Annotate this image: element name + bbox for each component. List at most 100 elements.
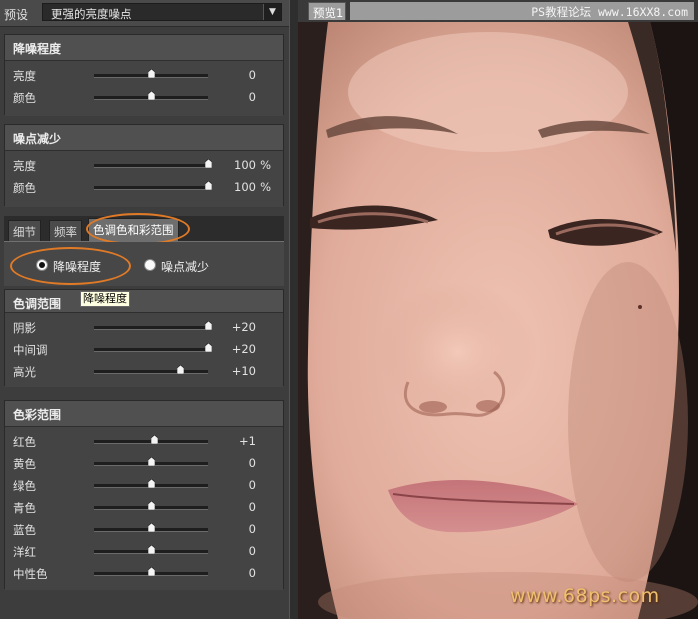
slider-track[interactable]	[94, 159, 212, 168]
slider-row: 红色 +1	[5, 430, 283, 452]
section-title: 噪点减少	[13, 132, 62, 146]
slider-thumb[interactable]	[205, 181, 212, 190]
slider-label: 亮度	[13, 159, 36, 173]
slider-track[interactable]	[94, 501, 208, 510]
tab-tone-color-range[interactable]: 色调色和彩范围	[88, 218, 179, 241]
slider-value: 0	[248, 522, 256, 536]
section-body: 阴影 +20 中间调 +20 高光 +10	[5, 312, 283, 387]
slider-row: 蓝色 0	[5, 518, 283, 540]
slider-track[interactable]	[94, 479, 208, 488]
chevron-down-icon[interactable]: ▼	[263, 4, 281, 20]
face-photo	[298, 22, 698, 619]
slider-thumb[interactable]	[151, 435, 159, 444]
preview-panel: 预览1 PS教程论坛 www.16XX8.com www.68ps.com	[298, 0, 698, 619]
preset-row: 预设 更强的亮度噪点 ▼	[0, 0, 289, 27]
slider-thumb[interactable]	[148, 567, 155, 576]
radio-noise-reduce[interactable]	[144, 259, 156, 271]
slider-track[interactable]	[94, 343, 212, 352]
slider-track[interactable]	[94, 567, 208, 576]
section-body: 亮度 100% 颜色 100%	[5, 150, 283, 207]
noise-reduce-section: 噪点减少 亮度 100% 颜色 100%	[4, 124, 284, 207]
tab-bar: 细节 频率 色调色和彩范围	[4, 216, 284, 242]
slider-row: 黄色 0	[5, 452, 283, 474]
slider-thumb[interactable]	[148, 457, 155, 466]
site-watermark: PS教程论坛 www.16XX8.com	[531, 5, 688, 19]
tooltip: 降噪程度	[80, 291, 130, 307]
noise-level-section: 降噪程度 亮度 0 颜色 0	[4, 34, 284, 116]
slider-value: +1	[239, 434, 256, 448]
slider-track[interactable]	[94, 69, 208, 78]
section-title: 色调范围	[13, 297, 62, 311]
preview-header: 预览1 PS教程论坛 www.16XX8.com	[298, 0, 698, 23]
slider-thumb[interactable]	[148, 69, 155, 78]
slider-row: 高光 +10	[5, 360, 283, 382]
slider-value: 0	[248, 478, 256, 492]
section-title: 色彩范围	[13, 408, 62, 422]
slider-track[interactable]	[94, 321, 212, 330]
slider-thumb[interactable]	[148, 545, 155, 554]
slider-track[interactable]	[94, 545, 208, 554]
slider-unit: %	[260, 180, 271, 194]
slider-thumb[interactable]	[176, 365, 184, 374]
slider-label: 蓝色	[13, 523, 36, 537]
slider-thumb[interactable]	[205, 159, 212, 168]
slider-label: 颜色	[13, 181, 36, 195]
slider-row: 阴影 +20	[5, 316, 283, 338]
preset-value: 更强的亮度噪点	[51, 7, 132, 21]
slider-thumb[interactable]	[148, 523, 155, 532]
slider-value: 100	[234, 180, 256, 194]
slider-label: 中性色	[13, 567, 48, 581]
tab-preview[interactable]: 预览1	[308, 2, 346, 20]
tab-frequency[interactable]: 频率	[49, 220, 82, 241]
slider-thumb[interactable]	[205, 321, 212, 330]
tone-range-section: 色调范围 阴影 +20 中间调 +20 高光 +10	[4, 289, 284, 387]
slider-value: +10	[231, 364, 256, 378]
slider-value: 0	[248, 566, 256, 580]
slider-row: 青色 0	[5, 496, 283, 518]
section-body: 亮度 0 颜色 0	[5, 60, 283, 116]
preview-image[interactable]: www.68ps.com	[298, 22, 698, 619]
radio-group: 降噪程度 噪点减少	[4, 242, 284, 286]
slider-value: 0	[248, 456, 256, 470]
slider-row: 颜色 100%	[5, 176, 283, 198]
settings-panel: 预设 更强的亮度噪点 ▼ 降噪程度 亮度 0 颜色 0 噪点减少 亮度 100% 颜色…	[0, 0, 290, 619]
slider-track[interactable]	[94, 91, 208, 100]
slider-thumb[interactable]	[148, 479, 155, 488]
slider-label: 颜色	[13, 91, 36, 105]
slider-value: 0	[248, 68, 256, 82]
slider-track[interactable]	[94, 523, 208, 532]
slider-value: 0	[248, 500, 256, 514]
slider-row: 绿色 0	[5, 474, 283, 496]
section-body: 红色 +1 黄色 0 绿色 0 青色 0 蓝色 0 洋红 0 中性色 0	[5, 426, 283, 590]
slider-track[interactable]	[94, 457, 208, 466]
slider-row: 中间调 +20	[5, 338, 283, 360]
slider-thumb[interactable]	[205, 343, 212, 352]
radio-noise-level[interactable]	[36, 259, 48, 271]
slider-thumb[interactable]	[148, 501, 155, 510]
slider-label: 阴影	[13, 321, 36, 335]
slider-row: 颜色 0	[5, 86, 283, 108]
tab-detail[interactable]: 细节	[8, 220, 41, 241]
slider-value: +20	[231, 320, 256, 334]
slider-label: 中间调	[13, 343, 48, 357]
radio-label: 降噪程度	[53, 260, 102, 274]
slider-label: 绿色	[13, 479, 36, 493]
slider-label: 青色	[13, 501, 36, 515]
slider-row: 亮度 100%	[5, 154, 283, 176]
slider-track[interactable]	[94, 435, 208, 444]
preset-dropdown[interactable]: 更强的亮度噪点 ▼	[42, 3, 282, 21]
slider-label: 高光	[13, 365, 36, 379]
slider-label: 洋红	[13, 545, 36, 559]
slider-track[interactable]	[94, 365, 208, 374]
preset-label: 预设	[4, 8, 29, 22]
slider-track[interactable]	[94, 181, 212, 190]
slider-row: 亮度 0	[5, 64, 283, 86]
slider-unit: %	[260, 158, 271, 172]
photo-watermark: www.68ps.com	[510, 585, 660, 607]
slider-label: 红色	[13, 435, 36, 449]
slider-thumb[interactable]	[148, 91, 155, 100]
noise-reduction-window: 预设 更强的亮度噪点 ▼ 降噪程度 亮度 0 颜色 0 噪点减少 亮度 100% 颜色…	[0, 0, 698, 619]
slider-value: 100	[234, 158, 256, 172]
slider-row: 中性色 0	[5, 562, 283, 584]
radio-label: 噪点减少	[161, 260, 210, 274]
